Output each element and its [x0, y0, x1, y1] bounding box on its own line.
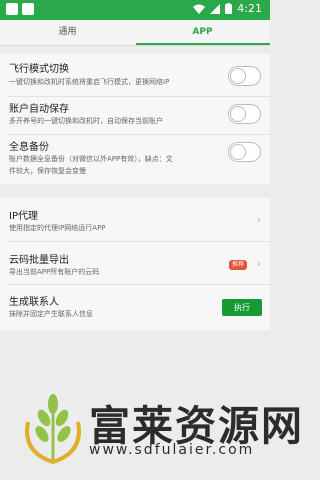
airplane-mode-toggle[interactable]: [228, 66, 261, 86]
tab-general[interactable]: 通用: [0, 20, 135, 46]
watermark: 富莱资源网 www.sdfulaier.com: [22, 392, 302, 467]
setting-title: 飞行模式切换: [9, 64, 69, 75]
full-backup-toggle[interactable]: [228, 142, 261, 162]
recommend-badge: 推荐: [229, 260, 248, 270]
auto-save-toggle[interactable]: [228, 104, 261, 124]
setting-description-line-2: 件较大，保存恢复会变慢: [9, 167, 86, 175]
tool-row-ip-proxy[interactable]: IP代理 使用指定的代理IP网络运行APP ›: [0, 198, 270, 241]
notification-app-icon: [22, 3, 34, 15]
wifi-icon: [193, 4, 206, 14]
setting-title: 账户自动保存: [9, 104, 69, 115]
toggle-knob: [230, 68, 246, 84]
tools-section: IP代理 使用指定的代理IP网络运行APP › 云码批量导出 导出当前APP所有…: [0, 198, 270, 330]
tool-title: 云码批量导出: [9, 255, 69, 266]
tool-description: 抹除并固定产生联系人信息: [9, 310, 93, 318]
wheat-logo-icon: [25, 394, 81, 465]
setting-row-auto-save: 账户自动保存 多开养号的一键切换和改机时，自动保存当前账户: [0, 97, 270, 134]
tool-description: 导出当前APP所有账户的云码: [9, 268, 100, 276]
tool-title: IP代理: [9, 211, 38, 222]
setting-description: 一键切换和改机时系统将重启飞行模式，更换网络IP: [9, 78, 170, 86]
tool-row-cloud-code-export[interactable]: 云码批量导出 导出当前APP所有账户的云码 推荐 ›: [0, 242, 270, 284]
tool-title: 生成联系人: [9, 297, 59, 308]
toggle-knob: [230, 144, 246, 160]
battery-icon: [225, 3, 233, 14]
status-time: 4:21: [237, 2, 262, 15]
setting-title: 全息备份: [9, 142, 49, 153]
tool-row-generate-contacts: 生成联系人 抹除并固定产生联系人信息 执行: [0, 285, 270, 330]
active-tab-indicator: [136, 43, 270, 45]
signal-icon: [210, 3, 221, 14]
chevron-right-icon: ›: [256, 213, 261, 226]
chevron-right-icon: ›: [256, 257, 261, 270]
watermark-url: www.sdfulaier.com: [89, 442, 255, 458]
setting-description: 多开养号的一键切换和改机时，自动保存当前账户: [9, 117, 163, 125]
setting-row-full-backup: 全息备份 账户数据全息备份（对微信以外APP有效），缺点：文 件较大，保存恢复会…: [0, 135, 270, 184]
toggle-knob: [230, 106, 246, 122]
setting-row-airplane-mode: 飞行模式切换 一键切换和改机时系统将重启飞行模式，更换网络IP: [0, 54, 270, 96]
status-bar: 4:21: [0, 0, 270, 20]
tool-description: 使用指定的代理IP网络运行APP: [9, 224, 106, 232]
toggle-settings-section: 飞行模式切换 一键切换和改机时系统将重启飞行模式，更换网络IP 账户自动保存 多…: [0, 54, 270, 184]
notification-app-icon: [6, 3, 18, 15]
execute-button[interactable]: 执行: [222, 299, 262, 316]
setting-description-line-1: 账户数据全息备份（对微信以外APP有效），缺点：文: [9, 155, 173, 163]
